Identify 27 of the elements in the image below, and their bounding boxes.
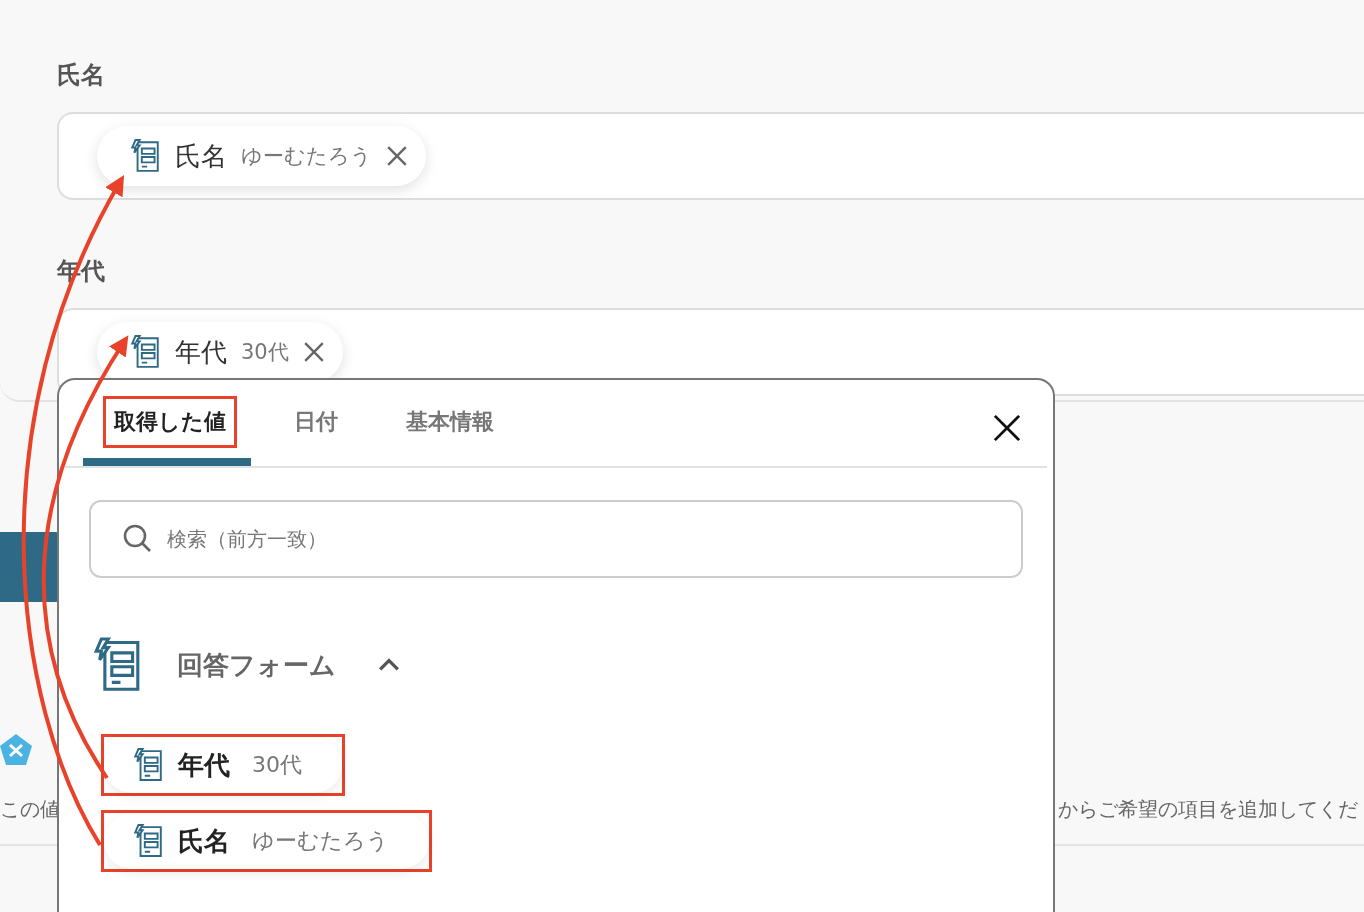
highlight-frame: 取得した値 [103, 396, 237, 448]
chevron-icon[interactable] [378, 658, 400, 672]
chip-name: 氏名 [175, 139, 227, 173]
chip-value: 30代 [241, 339, 289, 366]
list-item[interactable]: 年代 30代 [104, 737, 342, 793]
close-icon[interactable] [993, 414, 1021, 442]
search-icon [123, 524, 153, 554]
group-title[interactable]: 回答フォーム [177, 647, 336, 683]
value-chip[interactable]: 氏名 ゆーむたろう [97, 126, 426, 186]
list-item[interactable]: 氏名 ゆーむたろう [104, 813, 429, 869]
input-field[interactable]: 氏名 ゆーむたろう [57, 112, 1364, 200]
form-icon [129, 335, 161, 369]
item-name: 年代 [178, 748, 230, 782]
chip-name: 年代 [175, 335, 227, 369]
field-label: 氏名 [57, 60, 106, 91]
chip-value: ゆーむたろう [241, 143, 372, 170]
item-name: 氏名 [178, 824, 230, 858]
tab-label: 日付 [293, 408, 339, 436]
tab[interactable]: 取得した値 [83, 380, 251, 466]
form-icon [132, 747, 164, 783]
form-icon [129, 139, 161, 173]
search-field[interactable]: 検索（前方一致） [89, 500, 1023, 578]
tab-label: 基本情報 [405, 408, 495, 436]
form-icon [132, 823, 164, 859]
item-value: ゆーむたろう [252, 827, 389, 855]
description-text: からご希望の項目を追加してくだ [1058, 796, 1359, 823]
item-value: 30代 [252, 751, 302, 779]
